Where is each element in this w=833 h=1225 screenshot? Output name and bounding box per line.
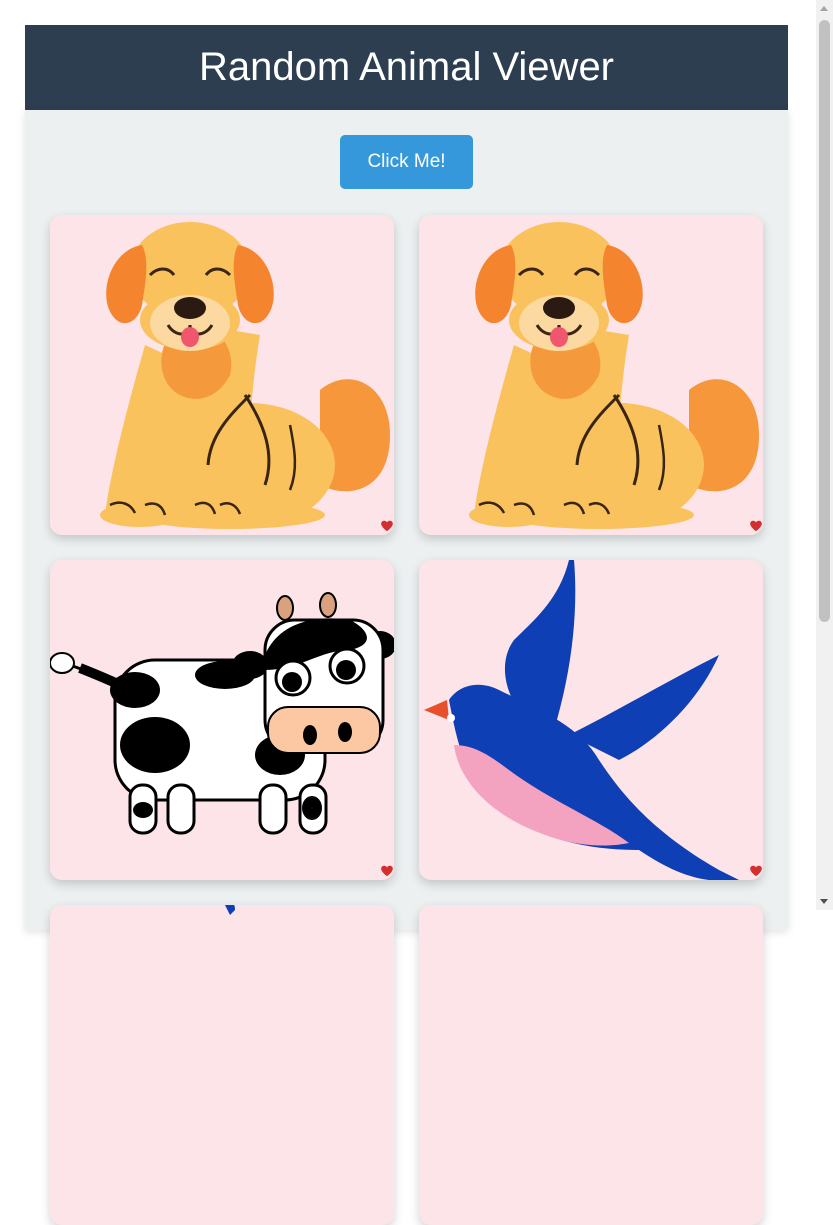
bird-image xyxy=(424,560,739,880)
scroll-down-icon[interactable] xyxy=(820,899,828,904)
heart-icon[interactable] xyxy=(380,864,394,878)
dog-image xyxy=(469,222,759,529)
scrollbar[interactable] xyxy=(816,0,833,910)
app-header: Random Animal Viewer xyxy=(25,25,788,110)
main-panel: Click Me! xyxy=(25,110,788,1225)
animal-card-dog[interactable] xyxy=(419,215,763,535)
animal-card-bird[interactable] xyxy=(419,560,763,880)
random-animal-button[interactable]: Click Me! xyxy=(340,135,473,189)
scroll-up-icon[interactable] xyxy=(820,6,828,11)
animal-image xyxy=(225,905,235,915)
heart-icon[interactable] xyxy=(380,519,394,533)
page-title: Random Animal Viewer xyxy=(198,45,615,89)
heart-icon[interactable] xyxy=(749,519,763,533)
cow-image xyxy=(50,592,394,835)
animal-card-dog[interactable] xyxy=(50,215,394,535)
heart-icon[interactable] xyxy=(749,864,763,878)
animal-card-cow[interactable] xyxy=(50,560,394,880)
page: { "header": { "title": "Random Animal Vi… xyxy=(0,0,833,1225)
animal-card[interactable] xyxy=(50,905,394,1225)
dog-image xyxy=(100,222,390,529)
scrollbar-thumb[interactable] xyxy=(819,20,830,622)
animal-card[interactable] xyxy=(419,905,763,1225)
